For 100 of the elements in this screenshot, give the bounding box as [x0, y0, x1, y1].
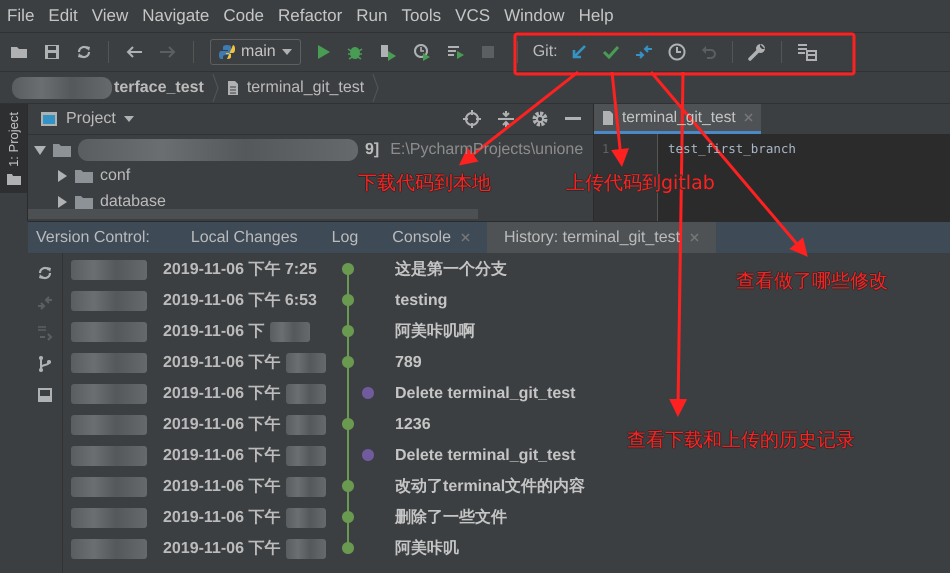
open-folder-icon[interactable]	[10, 45, 28, 59]
target-icon[interactable]	[463, 110, 481, 128]
commit-message: 删除了一些文件	[395, 507, 507, 528]
panel-tab[interactable]: Console	[375, 222, 487, 253]
commit-row[interactable]: 2019-11-06 下 阿美咔叽啊	[63, 316, 475, 347]
git-label: Git:	[532, 43, 558, 61]
menu-item[interactable]: Tools	[400, 6, 454, 26]
scrollbar[interactable]	[28, 209, 478, 219]
commit-date: 2019-11-06 下午	[163, 352, 280, 373]
run-icon[interactable]	[316, 44, 331, 60]
clock-icon[interactable]	[668, 43, 686, 61]
folder-icon	[75, 169, 93, 183]
window-icon	[40, 111, 58, 127]
dropdown-caret-icon	[124, 116, 134, 122]
commit-row[interactable]: 2019-11-06 下午 7:25 这是第一个分支	[63, 254, 507, 285]
commit-date: 2019-11-06 下午	[163, 538, 280, 559]
minimize-icon[interactable]	[565, 117, 581, 121]
panel-tab[interactable]: Local Changes	[174, 222, 315, 253]
menu-item[interactable]: Code	[222, 6, 277, 26]
redacted-block	[286, 446, 326, 466]
commit-row[interactable]: 2019-11-06 下午 6:53 testing	[63, 285, 448, 316]
refresh-icon[interactable]	[37, 265, 53, 281]
menu-item[interactable]: Help	[578, 6, 627, 26]
commit-date: 2019-11-06 下午	[163, 384, 280, 404]
back-arrow-icon[interactable]	[125, 45, 143, 59]
settings-icon[interactable]	[531, 110, 549, 128]
redacted-block	[286, 476, 326, 496]
commit-date: 2019-11-06 下午	[163, 446, 280, 466]
commit-message: Delete terminal_git_test	[395, 384, 576, 402]
profile-clock-icon[interactable]	[412, 43, 431, 61]
compare-arrows-icon[interactable]	[634, 44, 653, 60]
commit-message: 阿美咔叽	[395, 538, 459, 559]
menu-item[interactable]: Edit	[47, 6, 91, 26]
file-icon	[602, 110, 614, 126]
run-list-icon[interactable]	[446, 44, 465, 60]
menu-item[interactable]: View	[90, 6, 142, 26]
annotation-text: 查看下载和上传的历史记录	[627, 428, 855, 453]
sync-icon[interactable]	[76, 44, 92, 60]
bug-icon[interactable]	[346, 44, 363, 60]
commit-message: testing	[395, 292, 448, 310]
menu-item[interactable]: VCS	[454, 6, 504, 26]
tree-item-label: database	[100, 193, 166, 209]
project-tool-button[interactable]: 1: Project	[0, 104, 27, 193]
file-icon	[226, 80, 239, 96]
folder-icon	[53, 143, 71, 157]
folder-icon	[6, 172, 20, 185]
project-view-dropdown[interactable]: Project	[40, 110, 134, 128]
commit-date: 2019-11-06 下午	[163, 508, 280, 528]
menu-item[interactable]: Run	[355, 6, 400, 26]
run-config-dropdown[interactable]: main	[210, 39, 301, 65]
redacted-block	[286, 414, 326, 434]
commit-message: 改动了terminal文件的内容	[395, 476, 586, 497]
commit-row[interactable]: 2019-11-06 下午 1236	[63, 409, 431, 440]
coverage-icon[interactable]	[378, 43, 397, 61]
commit-message: 1236	[395, 416, 431, 434]
redacted-block	[270, 322, 310, 342]
annotation-text: 下载代码到本地	[358, 171, 491, 196]
commit-date: 2019-11-06 下午 6:53	[163, 290, 317, 311]
redacted-block	[286, 538, 326, 558]
commit-message: Delete terminal_git_test	[395, 446, 576, 464]
dropdown-caret-icon	[282, 49, 292, 55]
panel-tab[interactable]: Log	[314, 222, 376, 253]
collapse-icon[interactable]	[497, 110, 515, 128]
commit-date: 2019-11-06 下	[163, 322, 264, 342]
menu-item[interactable]: Refactor	[277, 6, 356, 26]
python-icon	[219, 44, 235, 60]
commit-date: 2019-11-06 下午	[163, 476, 280, 497]
menu-item[interactable]: Navigate	[141, 6, 222, 26]
commit-message: 789	[395, 354, 422, 372]
commit-row[interactable]: 2019-11-06 下午 删除了一些文件	[63, 502, 507, 533]
panel-layout-icon[interactable]	[37, 387, 53, 403]
annotation-text: 查看做了哪些修改	[736, 269, 888, 294]
save-icon[interactable]	[44, 44, 60, 60]
redacted-block	[286, 384, 326, 404]
menu-item[interactable]: Window	[503, 6, 578, 26]
commit-row[interactable]: 2019-11-06 下午 改动了terminal文件的内容	[63, 471, 586, 502]
breadcrumb-item[interactable]: terminal_git_test	[246, 78, 364, 96]
branch-icon[interactable]	[38, 355, 52, 373]
chevron-icon	[372, 72, 380, 102]
chevron-icon	[212, 72, 219, 102]
tree-item[interactable]: conf	[28, 163, 130, 189]
check-icon[interactable]	[602, 45, 620, 59]
tree-item-label: conf	[100, 167, 130, 185]
breadcrumb-item[interactable]: terface_test	[114, 78, 204, 96]
redacted-block	[286, 508, 326, 528]
commit-row[interactable]: 2019-11-06 下午 阿美咔叽	[63, 533, 459, 564]
commit-row[interactable]: 2019-11-06 下午 Delete terminal_git_test	[63, 378, 576, 409]
commit-date: 2019-11-06 下午	[163, 414, 280, 435]
menu-item[interactable]: File	[6, 6, 48, 26]
commit-row[interactable]: 2019-11-06 下午 Delete terminal_git_test	[63, 440, 576, 471]
redacted-block	[286, 352, 326, 372]
wrench-icon[interactable]	[748, 43, 766, 61]
tree-item-label: 9]	[365, 141, 380, 159]
tree-item[interactable]: database	[28, 189, 166, 209]
panel-title: Version Control:	[36, 228, 150, 246]
commit-message: 阿美咔叽啊	[395, 321, 475, 342]
update-arrow-icon[interactable]	[570, 44, 587, 60]
commit-message: 这是第一个分支	[395, 259, 507, 280]
shelf-icon[interactable]	[796, 43, 817, 61]
commit-row[interactable]: 2019-11-06 下午 789	[63, 347, 422, 378]
